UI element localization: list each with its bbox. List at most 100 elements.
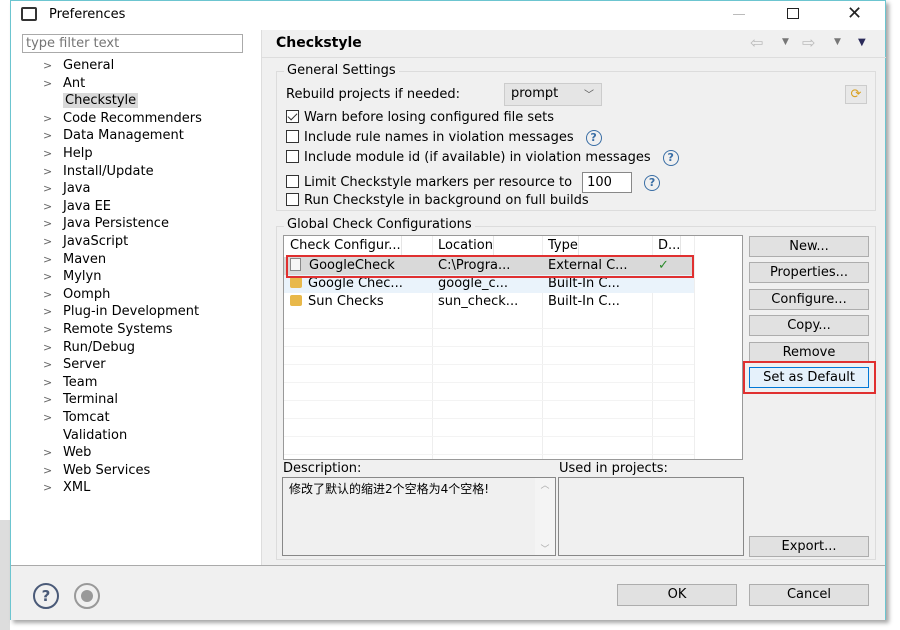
new-button[interactable]: New...	[749, 236, 869, 257]
tree-item-label: Install/Update	[63, 163, 154, 179]
help-icon[interactable]: ?	[644, 175, 661, 191]
table-row[interactable]: Sun Checks sun_check... Built-In C...	[284, 293, 694, 311]
tree-item-label: Mylyn	[63, 269, 102, 285]
chevron-right-icon[interactable]: >	[43, 57, 63, 74]
checkbox[interactable]	[286, 130, 299, 143]
chevron-right-icon[interactable]: >	[43, 462, 63, 479]
tree-item-team[interactable]: > Team	[43, 374, 97, 391]
export-button[interactable]: Export...	[749, 536, 869, 557]
checkbox[interactable]	[286, 150, 299, 163]
chevron-right-icon[interactable]: >	[43, 409, 63, 426]
chevron-right-icon[interactable]: >	[43, 321, 63, 338]
tree-item-install-update[interactable]: > Install/Update	[43, 163, 154, 180]
config-location: sun_check...	[438, 294, 519, 309]
chevron-right-icon[interactable]: >	[43, 233, 63, 250]
chevron-right-icon[interactable]: >	[43, 180, 63, 197]
filter-input[interactable]	[22, 34, 243, 53]
limit-input[interactable]	[582, 172, 633, 193]
chevron-right-icon[interactable]: >	[43, 479, 63, 496]
tree-item-java[interactable]: > Java	[43, 180, 90, 197]
help-icon[interactable]: ?	[585, 130, 602, 146]
highlight-googlecheck-row	[286, 255, 694, 278]
checkbox[interactable]	[286, 193, 299, 206]
column-header[interactable]: Type	[542, 236, 579, 256]
tree-item-oomph[interactable]: > Oomph	[43, 286, 110, 303]
chevron-right-icon[interactable]: >	[43, 110, 63, 127]
chevron-right-icon[interactable]: >	[43, 391, 63, 408]
maximize-icon[interactable]	[787, 8, 799, 19]
copy-button[interactable]: Copy...	[749, 315, 869, 336]
chevron-right-icon[interactable]: >	[43, 356, 63, 373]
column-header[interactable]: Location	[432, 236, 494, 256]
rebuild-select[interactable]: prompt ﹀	[504, 83, 602, 106]
chevron-right-icon[interactable]: >	[43, 215, 63, 232]
chevron-right-icon[interactable]: >	[43, 286, 63, 303]
scrollbar[interactable]: ︿ ﹀	[535, 478, 555, 555]
record-icon[interactable]	[74, 583, 100, 609]
tree-item-java-ee[interactable]: > Java EE	[43, 198, 111, 215]
tree-item-help[interactable]: > Help	[43, 145, 93, 162]
properties-button[interactable]: Properties...	[749, 262, 869, 283]
column-divider	[694, 236, 695, 459]
refresh-icon[interactable]: ⟳	[845, 85, 867, 104]
option-label: Include rule names in violation messages	[304, 130, 574, 145]
tree-item-maven[interactable]: > Maven	[43, 251, 106, 268]
tree-item-server[interactable]: > Server	[43, 356, 106, 373]
help-icon[interactable]: ?	[662, 150, 679, 166]
scroll-up-icon[interactable]: ︿	[535, 478, 555, 491]
ok-button[interactable]: OK	[617, 584, 737, 606]
chevron-right-icon[interactable]: >	[43, 198, 63, 215]
row-gridline	[284, 400, 694, 401]
tree-item-code-recommenders[interactable]: > Code Recommenders	[43, 110, 202, 127]
tree-item-remote-systems[interactable]: > Remote Systems	[43, 321, 173, 338]
tree-item-checkstyle[interactable]: Checkstyle	[43, 92, 139, 109]
tree-item-web[interactable]: > Web	[43, 444, 91, 461]
tree-item-mylyn[interactable]: > Mylyn	[43, 268, 101, 285]
page-title: Checkstyle	[276, 35, 362, 51]
tree-item-label: Remote Systems	[63, 322, 173, 337]
tree-item-web-services[interactable]: > Web Services	[43, 462, 150, 479]
chevron-right-icon[interactable]: >	[43, 127, 63, 144]
chevron-right-icon[interactable]: >	[43, 374, 63, 391]
chevron-right-icon[interactable]: >	[43, 339, 63, 356]
option-row: Run Checkstyle in background on full bui…	[286, 193, 589, 208]
config-type: Built-In C...	[548, 294, 620, 309]
tree-item-javascript[interactable]: > JavaScript	[43, 233, 128, 250]
tree-item-run-debug[interactable]: > Run/Debug	[43, 339, 135, 356]
tree-item-validation[interactable]: Validation	[43, 427, 127, 444]
checkbox[interactable]	[286, 110, 299, 123]
chevron-right-icon[interactable]: >	[43, 145, 63, 162]
tree-item-data-management[interactable]: > Data Management	[43, 127, 184, 144]
column-header[interactable]: Check Configur...	[284, 236, 402, 256]
remove-button[interactable]: Remove	[749, 342, 869, 363]
back-icon[interactable]: ⇦	[750, 33, 763, 52]
tree-item-plug-in-development[interactable]: > Plug-in Development	[43, 303, 199, 320]
scroll-down-icon[interactable]: ﹀	[535, 542, 555, 555]
used-in-projects-list[interactable]	[558, 477, 744, 556]
tree-item-terminal[interactable]: > Terminal	[43, 391, 118, 408]
tree-item-xml[interactable]: > XML	[43, 479, 90, 496]
chevron-right-icon[interactable]: >	[43, 444, 63, 461]
minimize-icon[interactable]	[733, 14, 745, 15]
tree-item-general[interactable]: > General	[43, 57, 114, 74]
forward-icon[interactable]: ⇨	[802, 33, 815, 52]
help-icon[interactable]: ?	[33, 583, 59, 609]
column-header[interactable]: D...	[652, 236, 682, 256]
tree-item-ant[interactable]: > Ant	[43, 75, 85, 92]
tree-item-java-persistence[interactable]: > Java Persistence	[43, 215, 169, 232]
view-menu-icon[interactable]: ▼	[858, 37, 866, 48]
lock-icon	[290, 277, 302, 288]
description-box[interactable]: 修改了默认的缩进2个空格为4个空格! ︿ ﹀	[282, 477, 556, 556]
configure-button[interactable]: Configure...	[749, 289, 869, 310]
close-icon[interactable]: ✕	[847, 3, 862, 24]
checkbox[interactable]	[286, 175, 299, 188]
chevron-right-icon[interactable]: >	[43, 75, 63, 92]
tree-item-tomcat[interactable]: > Tomcat	[43, 409, 110, 426]
back-menu-chevron-icon[interactable]: ▼	[782, 37, 789, 47]
chevron-right-icon[interactable]: >	[43, 163, 63, 180]
chevron-right-icon[interactable]: >	[43, 251, 63, 268]
forward-menu-chevron-icon[interactable]: ▼	[834, 37, 841, 47]
chevron-right-icon[interactable]: >	[43, 303, 63, 320]
chevron-right-icon[interactable]: >	[43, 268, 63, 285]
cancel-button[interactable]: Cancel	[749, 584, 869, 606]
